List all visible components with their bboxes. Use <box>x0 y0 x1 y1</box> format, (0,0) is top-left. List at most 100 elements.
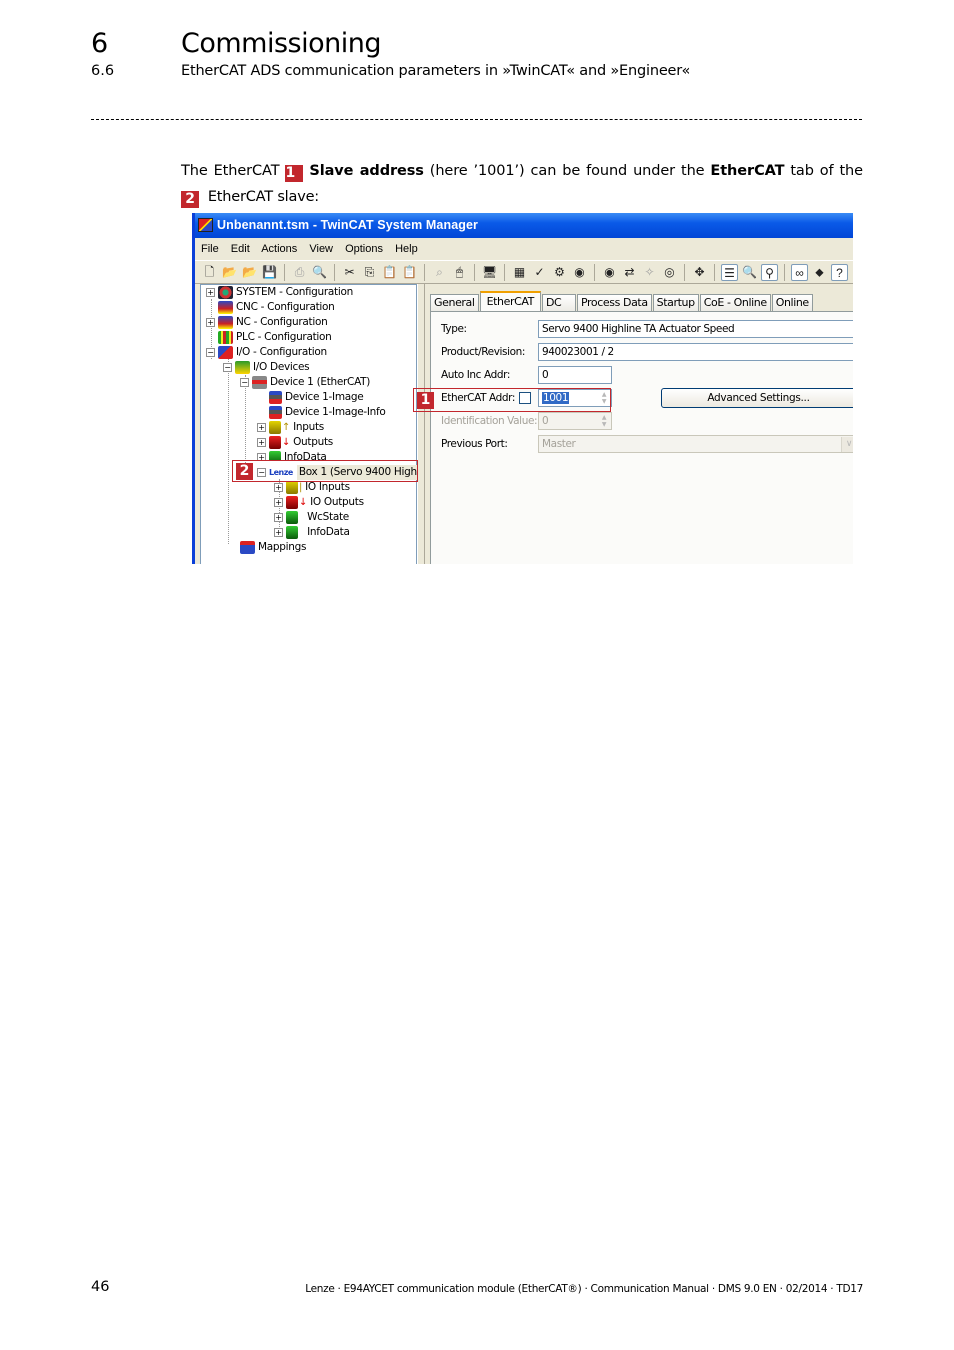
load-io-devices-icon[interactable]: ⇄ <box>621 264 638 281</box>
plc-icon <box>218 331 233 344</box>
print-preview-icon[interactable]: 🔍 <box>311 264 328 281</box>
product-revision-field[interactable]: 940023001 / 2 <box>538 343 853 361</box>
tree-item-io-outputs[interactable]: + ↓ IO Outputs <box>274 495 364 510</box>
expand-icon[interactable]: + <box>274 513 283 522</box>
menu-file[interactable]: File <box>201 243 219 255</box>
save-icon[interactable]: 💾 <box>261 264 278 281</box>
auto-inc-addr-field[interactable]: 0 <box>538 366 612 384</box>
pane-splitter[interactable] <box>417 284 425 564</box>
check-configuration-icon[interactable]: ✓ <box>531 264 548 281</box>
choose-target-icon[interactable]: 🖥 <box>481 264 498 281</box>
tree-item-io-configuration[interactable]: − I/O - Configuration <box>206 345 327 360</box>
previous-port-select[interactable]: Master ∨ <box>538 435 853 453</box>
tab-startup[interactable]: Startup <box>652 294 699 311</box>
advanced-settings-button[interactable]: Advanced Settings... <box>661 388 853 408</box>
io-devices-icon <box>235 361 250 374</box>
tab-coe-online[interactable]: CoE - Online <box>699 294 771 311</box>
tree-item-io-inputs[interactable]: + | IO Inputs <box>274 480 350 495</box>
intro-paragraph-line1: The EtherCAT 1 Slave address (here ’1001… <box>181 158 863 184</box>
callout-marker-2: 2 <box>236 463 253 480</box>
menu-view[interactable]: View <box>309 243 333 255</box>
open-icon[interactable]: 📂 <box>221 264 238 281</box>
chevron-down-icon[interactable]: ∨ <box>841 437 853 452</box>
nc-icon <box>218 316 233 329</box>
menu-edit[interactable]: Edit <box>231 243 250 255</box>
expand-icon[interactable]: + <box>257 438 266 447</box>
expand-icon[interactable]: + <box>274 528 283 537</box>
cut-icon[interactable]: ✂ <box>341 264 358 281</box>
open-from-target-icon[interactable]: 📂 <box>241 264 258 281</box>
previous-port-value: Master <box>542 438 576 450</box>
identification-value: 0 <box>542 415 549 427</box>
tree-item-io-devices[interactable]: − I/O Devices <box>223 360 310 375</box>
find-icon[interactable]: ⌕ <box>431 264 448 281</box>
scan-icon[interactable]: ✧ <box>641 264 658 281</box>
tree-item-outputs[interactable]: + ↓ Outputs <box>257 435 333 450</box>
tree-item-box-infodata[interactable]: + InfoData <box>274 525 350 540</box>
header-divider <box>91 119 862 120</box>
menu-actions[interactable]: Actions <box>261 243 297 255</box>
expand-icon[interactable]: + <box>257 423 266 432</box>
type-field[interactable]: Servo 9400 Highline TA Actuator Speed <box>538 320 853 338</box>
zoom-icon[interactable]: 🔍 <box>741 264 758 281</box>
menu-help[interactable]: Help <box>395 243 418 255</box>
tree-item-device1-image[interactable]: Device 1-Image <box>269 390 364 405</box>
tree-item-wcstate[interactable]: + WcState <box>274 510 349 525</box>
force-icon[interactable]: ✥ <box>691 264 708 281</box>
collapse-icon[interactable]: − <box>240 378 249 387</box>
toolbar-separator <box>284 263 285 281</box>
tree-label: SYSTEM - Configuration <box>236 286 353 298</box>
help-icon[interactable]: ? <box>831 263 848 281</box>
collapse-icon[interactable]: − <box>223 363 232 372</box>
new-icon[interactable]: 🗋 <box>201 264 218 281</box>
mappings-icon <box>240 541 255 554</box>
page-number: 46 <box>91 1279 110 1295</box>
expand-icon[interactable]: + <box>257 453 266 460</box>
tree-item-mappings[interactable]: Mappings <box>240 540 306 555</box>
window-titlebar[interactable]: Unbenannt.tsm - TwinCAT System Manager <box>195 213 853 238</box>
activate-configuration-icon[interactable]: ⚙ <box>551 264 568 281</box>
copy-icon[interactable]: ⎘ <box>361 264 378 281</box>
restart-twincat-icon[interactable]: ◉ <box>571 264 588 281</box>
tree-item-inputs[interactable]: + ↑ Inputs <box>257 420 324 435</box>
spinner-arrows-icon[interactable]: ▲ ▼ <box>598 414 610 428</box>
tree-item-infodata[interactable]: + InfoData <box>257 450 327 460</box>
chapter-number: 6 <box>91 28 108 59</box>
show-sub-items-icon[interactable]: ⚲ <box>761 263 778 281</box>
expand-icon[interactable]: + <box>274 483 283 492</box>
tree-label: NC - Configuration <box>236 316 328 328</box>
process-image-icon <box>269 391 282 404</box>
io-inputs-icon <box>286 481 298 494</box>
properties-pane: Type: Servo 9400 Highline TA Actuator Sp… <box>425 284 853 564</box>
tree-label: PLC - Configuration <box>236 331 332 343</box>
menu-options[interactable]: Options <box>345 243 383 255</box>
tree-item-system[interactable]: + SYSTEM - Configuration <box>206 285 353 300</box>
paste-icon[interactable]: 📋 <box>381 264 398 281</box>
network-icon[interactable]: ⬥ <box>811 264 828 281</box>
product-revision-label: Product/Revision: <box>441 346 526 358</box>
tab-dc[interactable]: DC <box>541 294 576 311</box>
toggle-freerun-icon[interactable]: ◎ <box>661 264 678 281</box>
expand-icon[interactable]: + <box>206 318 215 327</box>
tab-general[interactable]: General <box>430 294 479 311</box>
config-mode-icon[interactable]: ◉ <box>601 264 618 281</box>
paste-with-links-icon[interactable]: 📋 <box>401 264 418 281</box>
expand-icon[interactable]: + <box>206 288 215 297</box>
tree-item-device1[interactable]: − Device 1 (EtherCAT) <box>240 375 370 390</box>
mouse-icon[interactable]: 🖱 <box>451 264 468 281</box>
tree-item-nc[interactable]: + NC - Configuration <box>206 315 328 330</box>
tree-item-plc[interactable]: PLC - Configuration <box>218 330 332 345</box>
watch-icon[interactable]: ∞ <box>791 263 808 281</box>
tab-process-data[interactable]: Process Data <box>576 294 652 311</box>
show-online-data-icon[interactable]: ☰ <box>721 263 738 281</box>
tab-ethercat[interactable]: EtherCAT <box>479 291 541 311</box>
identification-value-spinner[interactable]: 0 ▲ ▼ <box>538 412 612 430</box>
generate-mappings-icon[interactable]: ▦ <box>511 264 528 281</box>
tree-item-device1-image-info[interactable]: Device 1-Image-Info <box>269 405 386 420</box>
tree-item-cnc[interactable]: CNC - Configuration <box>218 300 335 315</box>
print-icon[interactable]: ⎙ <box>291 264 308 281</box>
expand-icon[interactable]: + <box>274 498 283 507</box>
callout-frame-box1 <box>232 460 418 482</box>
collapse-icon[interactable]: − <box>206 348 215 357</box>
tab-online[interactable]: Online <box>771 294 813 311</box>
